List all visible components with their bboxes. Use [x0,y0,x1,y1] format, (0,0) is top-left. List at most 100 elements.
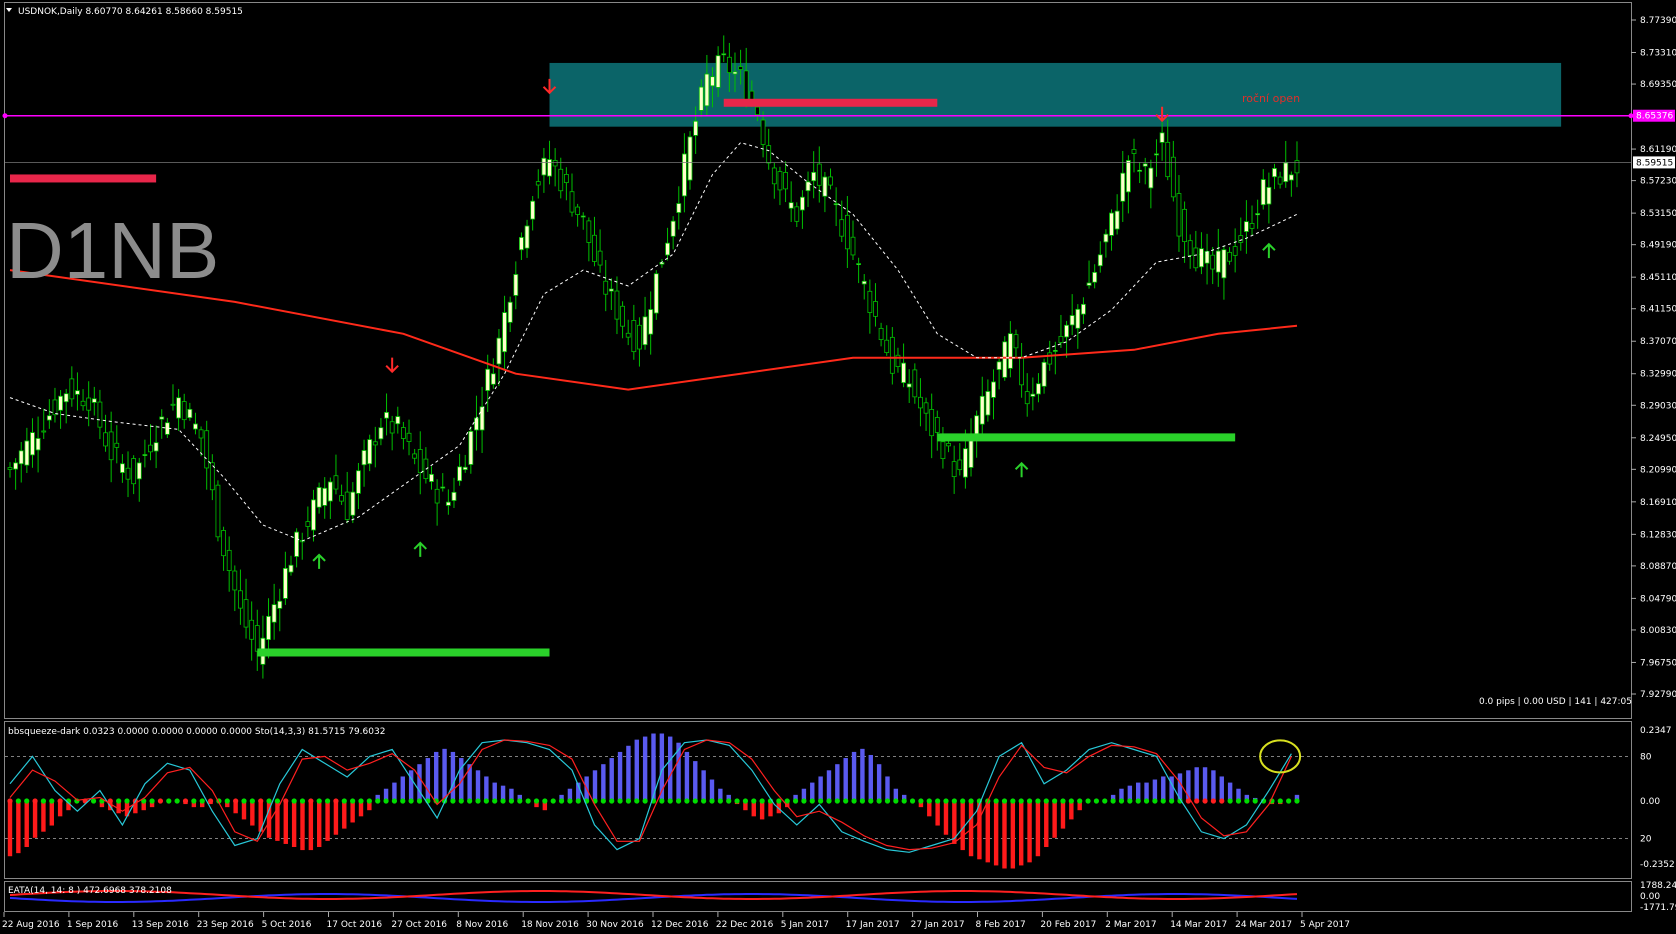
squeeze-dot [7,798,13,804]
squeeze-histogram-bar [684,751,690,801]
squeeze-dot [1210,798,1217,804]
candle-body [670,220,676,237]
squeeze-histogram-bar [450,751,456,801]
candle-body [474,417,479,431]
candle-body [1165,141,1171,178]
indicator2-axis-label: 1788.245 [1640,881,1676,891]
date-tick-label: 5 Jan 2017 [781,920,829,930]
squeeze-histogram-bar [32,801,38,838]
candle-body [721,53,727,56]
candle-body [940,441,946,460]
squeeze-dot [759,798,765,804]
candle-body [125,467,131,480]
candle-body [912,369,918,398]
price-tick-label: 8.69350 [1640,80,1676,90]
squeeze-dot [1135,798,1141,804]
candle-body [327,481,333,502]
candle-body [563,174,569,184]
candle-body [108,431,114,461]
candle-body [406,432,412,442]
squeeze-dot [834,798,840,804]
squeeze-dot [1118,798,1125,804]
candle-body [462,466,468,471]
trading-chart: 8.77390 8.73310 8.69350 8.61190 8.57230 8.531… [0,0,1676,934]
candle-body [676,203,682,213]
date-tick-label: 27 Jan 2017 [911,920,965,930]
squeeze-histogram-bar [1194,767,1199,801]
squeeze-dot [483,798,489,804]
candle-body [1277,176,1283,185]
candle-body [1075,308,1081,329]
annotation-label: roční open [1242,92,1300,105]
squeeze-histogram-bar [810,782,815,801]
squeeze-histogram-bar [16,801,21,854]
squeeze-dot [1052,798,1058,804]
squeeze-histogram-bar [626,745,631,801]
candle-body [1204,251,1210,264]
squeeze-dot [675,798,682,804]
date-tick-label: 20 Feb 2017 [1040,920,1096,930]
candle-body [271,604,277,623]
candle-body [1041,361,1047,387]
squeeze-dot [533,798,540,804]
candle-body [1030,393,1036,397]
candle-body [625,332,631,338]
squeeze-dot [90,798,97,804]
candle-body [1131,149,1137,154]
price-tick-label: 8.12830 [1640,530,1676,540]
squeeze-dot [475,798,481,804]
date-tick-label: 14 Mar 2017 [1170,920,1227,930]
squeeze-histogram-bar [325,801,330,841]
squeeze-dot [233,798,239,804]
squeeze-histogram-bar [392,782,397,801]
candle-body [215,484,221,538]
squeeze-dot [876,798,882,804]
squeeze-histogram-bar [475,770,481,801]
candle-body [906,383,912,388]
squeeze-dot [450,798,456,804]
candle-body [367,439,373,465]
squeeze-histogram-bar [634,739,639,801]
candle-body [1064,324,1069,338]
candle-body [75,390,80,395]
candle-body [266,615,271,640]
squeeze-dot [207,798,214,804]
candle-body [316,487,322,508]
indicator1-axis-label: 0.00 [1640,797,1660,807]
candle-body [221,530,226,557]
squeeze-dot [49,798,55,804]
squeeze-dot [1169,798,1175,804]
squeeze-dot [926,798,932,804]
candle-body [277,600,283,609]
squeeze-dot [659,798,665,804]
candle-body [963,448,968,478]
squeeze-dot [667,798,673,804]
squeeze-dot [1277,798,1283,804]
squeeze-dot [116,798,122,804]
squeeze-dot [1001,798,1008,804]
candle-body [1047,352,1053,365]
candle-body [339,495,344,502]
candle-body [755,106,760,116]
candle-body [451,491,457,501]
candle-body [35,438,41,451]
squeeze-dot [868,798,874,804]
candle-body [58,395,63,411]
squeeze-dot [324,798,331,804]
squeeze-dot [408,798,414,804]
candle-body [1232,246,1238,256]
squeeze-dot [558,798,565,804]
squeeze-dot [542,798,548,804]
candle-body [979,395,985,425]
squeeze-histogram-bar [400,776,405,801]
squeeze-histogram-bar [408,770,414,801]
squeeze-histogram-bar [333,801,339,835]
price-tick-label: 7.92790 [1640,690,1676,700]
squeeze-histogram-bar [24,801,29,848]
candle-body [502,312,507,353]
indicator1-axis-label: -0.2352 [1640,860,1675,870]
squeeze-histogram-bar [1035,801,1041,857]
candle-body [136,462,142,480]
candle-body [743,70,749,103]
squeeze-dot [943,798,949,804]
